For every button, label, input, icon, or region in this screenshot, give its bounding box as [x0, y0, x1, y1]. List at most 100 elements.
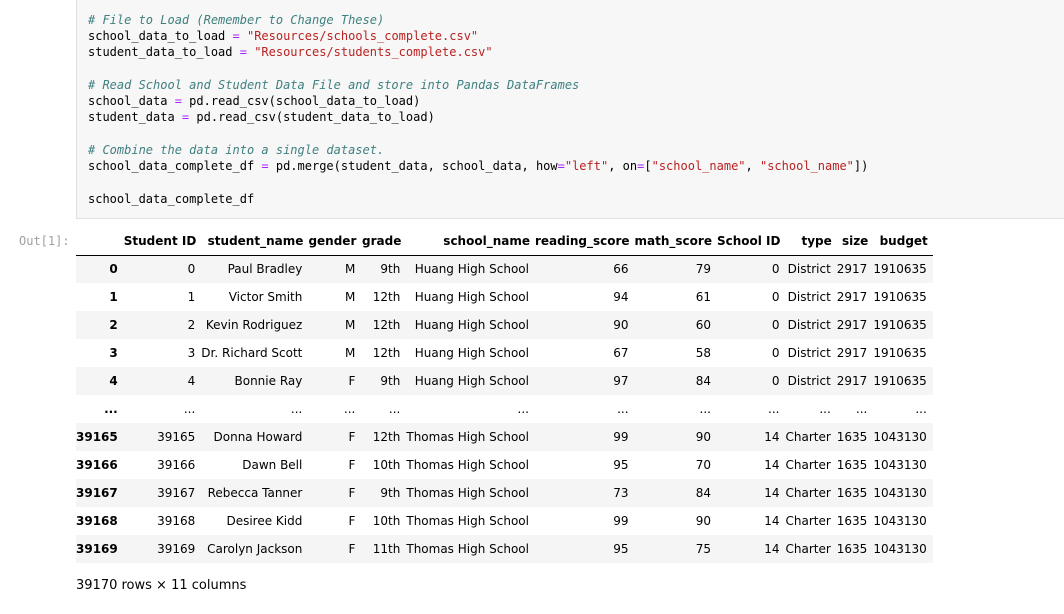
- table-cell: 1043130: [873, 486, 927, 500]
- table-cell: Charter: [785, 458, 831, 472]
- table-cell: ...: [343, 402, 356, 416]
- table-cell: 95: [613, 458, 629, 472]
- table-cell: Thomas High School: [406, 514, 529, 528]
- table-cell: Donna Howard: [213, 430, 303, 444]
- table-cell: 0: [771, 318, 780, 332]
- table-cell: 11th: [372, 542, 401, 556]
- table-cell: 75: [695, 542, 711, 556]
- table-cell: 84: [695, 374, 711, 388]
- table-cell: 1910635: [873, 374, 927, 388]
- column-header: Student ID: [123, 227, 202, 256]
- column-header: School ID: [716, 227, 786, 256]
- table-row: 39167 39167 Rebecca Tanner F 9th Thomas High …: [76, 479, 933, 507]
- table-cell: 2917: [836, 346, 868, 360]
- code-line-read-student: student_data = pd.read_csv(student_data_…: [88, 110, 435, 124]
- row-index: 39168: [76, 514, 118, 528]
- table-row: 2 2 Kevin Rodriguez M 12th Huang High School 9…: [76, 311, 933, 339]
- row-index: 39165: [76, 430, 118, 444]
- row-index: 39166: [76, 458, 118, 472]
- table-cell: 0: [771, 374, 780, 388]
- table-cell: 3: [187, 346, 196, 360]
- table-row: 39166 39166 Dawn Bell F 10th Thomas High Scho…: [76, 451, 933, 479]
- table-cell: 1043130: [873, 430, 927, 444]
- table-cell: 0: [187, 262, 196, 277]
- table-cell: 1043130: [873, 458, 927, 472]
- table-cell: 12th: [372, 290, 401, 304]
- table-cell: 84: [695, 486, 711, 500]
- table-cell: 14: [764, 542, 780, 556]
- table-cell: 0: [771, 346, 780, 360]
- table-cell: ...: [768, 402, 780, 416]
- code-line-merge: school_data_complete_df = pd.merge(stude…: [88, 159, 869, 173]
- table-cell: M: [345, 346, 356, 360]
- table-cell: 61: [695, 290, 711, 304]
- table-cell: ...: [388, 402, 401, 416]
- table-cell: ...: [915, 402, 927, 416]
- table-cell: Charter: [785, 430, 831, 444]
- table-cell: Rebecca Tanner: [207, 486, 303, 500]
- table-row: 0 0 Paul Bradley M 9th Huang High School 66 79 0…: [76, 255, 933, 283]
- table-cell: 14: [764, 430, 780, 444]
- table-cell: 39168: [157, 514, 196, 528]
- table-cell: ...: [290, 402, 303, 416]
- table-cell: 1635: [836, 542, 868, 556]
- column-header: student_name: [201, 227, 309, 256]
- table-cell: 14: [764, 486, 780, 500]
- table-cell: 58: [695, 346, 711, 360]
- table-cell: Charter: [785, 514, 831, 528]
- table-cell: 0: [771, 262, 780, 277]
- table-cell: 1043130: [873, 514, 927, 528]
- table-cell: M: [345, 262, 356, 277]
- table-cell: 2917: [836, 318, 868, 332]
- table-cell: ...: [819, 402, 831, 416]
- table-cell: M: [345, 318, 356, 332]
- table-cell: 4: [187, 374, 196, 388]
- table-cell: Kevin Rodriguez: [205, 318, 303, 332]
- table-cell: 99: [613, 430, 629, 444]
- code-line-comment-combine: # Combine the data into a single dataset…: [88, 143, 385, 157]
- code-line-comment-file-load: # File to Load (Remember to Change These…: [88, 13, 385, 27]
- row-index: 3: [109, 346, 118, 360]
- code-line-comment-read: # Read School and Student Data File and …: [88, 78, 580, 92]
- table-cell: District: [787, 374, 831, 388]
- code-line-school-path: school_data_to_load = "Resources/schools…: [88, 29, 479, 43]
- table-cell: 9th: [380, 262, 401, 277]
- table-cell: Huang High School: [414, 262, 529, 277]
- code-line-display-df: school_data_complete_df: [88, 192, 255, 206]
- table-cell: 10th: [372, 458, 401, 472]
- table-cell: Huang High School: [414, 318, 529, 332]
- table-cell: 1635: [836, 486, 868, 500]
- table-cell: 14: [764, 458, 780, 472]
- table-cell: Paul Bradley: [227, 262, 303, 277]
- column-header: reading_score: [534, 227, 635, 256]
- row-index: 1: [109, 290, 118, 304]
- table-cell: 14: [764, 514, 780, 528]
- table-cell: 1910635: [873, 346, 927, 360]
- table-cell: 1910635: [873, 262, 927, 277]
- table-cell: 70: [695, 458, 711, 472]
- code-line-read-school: school_data = pd.read_csv(school_data_to…: [88, 94, 421, 108]
- table-row: 3 3 Dr. Richard Scott M 12th Huang High Schoo…: [76, 339, 933, 367]
- table-cell: ...: [855, 402, 868, 416]
- table-cell: Huang High School: [414, 290, 529, 304]
- row-index: 39167: [76, 486, 118, 500]
- code-cell[interactable]: # File to Load (Remember to Change These…: [76, 0, 1064, 219]
- table-cell: Bonnie Ray: [234, 374, 303, 388]
- table-cell: Dawn Bell: [242, 458, 303, 472]
- table-cell: 90: [695, 430, 711, 444]
- table-cell: 95: [613, 542, 629, 556]
- table-cell: Victor Smith: [228, 290, 303, 304]
- table-cell: Thomas High School: [406, 430, 529, 444]
- table-cell: District: [787, 262, 831, 277]
- table-cell: 39165: [157, 430, 196, 444]
- row-index: 4: [109, 374, 118, 388]
- index-header: [76, 227, 124, 256]
- column-header: math_score: [634, 227, 717, 256]
- table-cell: 1: [187, 290, 196, 304]
- table-cell: 90: [695, 514, 711, 528]
- table-cell: District: [787, 318, 831, 332]
- table-cell: 9th: [380, 374, 401, 388]
- table-cell: ...: [699, 402, 711, 416]
- table-cell: 90: [613, 318, 629, 332]
- table-cell: 10th: [372, 514, 401, 528]
